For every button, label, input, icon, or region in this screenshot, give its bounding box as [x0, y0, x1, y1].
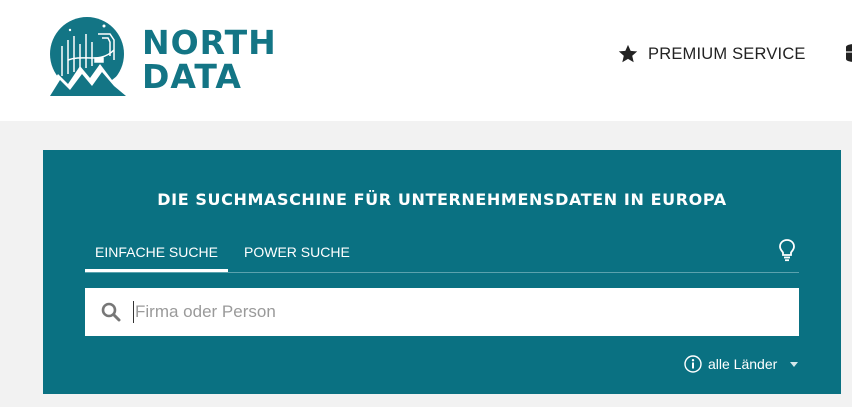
caret-down-icon — [790, 361, 799, 367]
search-icon — [101, 302, 121, 322]
tab-power-search[interactable]: POWER SUCHE — [244, 244, 350, 272]
database-icon[interactable] — [844, 42, 852, 64]
text-cursor — [133, 301, 134, 323]
logo-line-1: NORTH — [142, 23, 277, 62]
premium-service-link[interactable]: PREMIUM SERVICE — [617, 42, 806, 66]
search-box[interactable] — [85, 288, 799, 336]
logo-line-2: DATA — [142, 57, 242, 96]
logo-text: NORTH DATA — [142, 26, 277, 94]
search-tabs: EINFACHE SUCHE POWER SUCHE — [85, 236, 799, 273]
tab-simple-search[interactable]: EINFACHE SUCHE — [85, 244, 228, 272]
star-icon — [618, 44, 638, 63]
premium-service-label: PREMIUM SERVICE — [648, 44, 806, 63]
lightbulb-icon[interactable] — [778, 238, 796, 262]
header: NORTH DATA PREMIUM SERVICE — [0, 0, 852, 121]
search-headline: DIE SUCHMASCHINE FÜR UNTERNEHMENSDATEN I… — [157, 190, 727, 209]
country-filter-label: alle Länder — [708, 356, 778, 372]
search-input[interactable] — [135, 292, 735, 332]
country-filter[interactable]: alle Länder — [684, 355, 799, 373]
info-icon[interactable] — [684, 355, 702, 373]
search-panel: DIE SUCHMASCHINE FÜR UNTERNEHMENSDATEN I… — [43, 150, 841, 394]
logo[interactable]: NORTH DATA — [40, 14, 280, 98]
logo-badge-icon — [44, 17, 134, 96]
